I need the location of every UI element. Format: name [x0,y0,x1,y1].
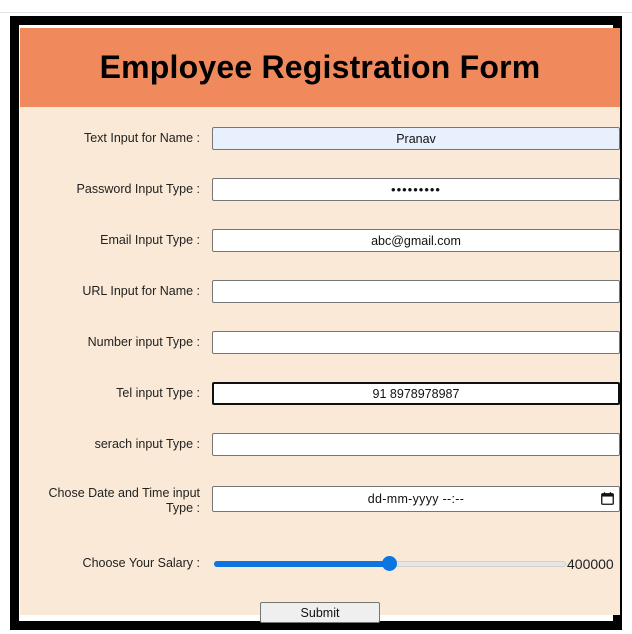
form-container: Employee Registration Form Text Input fo… [20,28,620,623]
search-input[interactable] [212,433,620,456]
form-frame: Employee Registration Form Text Input fo… [10,16,622,630]
tel-label: Tel input Type : [116,386,200,400]
name-label: Text Input for Name : [83,131,200,145]
email-input[interactable] [212,229,620,252]
page-title: Employee Registration Form [99,49,541,85]
number-input[interactable] [212,331,620,354]
password-input[interactable] [212,178,620,201]
name-input[interactable] [212,127,620,150]
number-label: Number input Type : [87,335,200,349]
datetime-placeholder: dd-mm-yyyy --:-- [367,492,465,506]
email-label: Email Input Type : [100,233,200,247]
salary-value: 400000 [567,556,614,572]
url-input[interactable] [212,280,620,303]
form-header: Employee Registration Form [20,28,620,107]
url-label: URL Input for Name : [82,284,200,298]
password-label: Password Input Type : [76,182,200,196]
submit-button[interactable]: Submit [260,602,380,623]
datetime-input[interactable]: dd-mm-yyyy --:-- [212,486,620,512]
tel-input[interactable] [212,382,620,405]
calendar-icon[interactable] [601,492,614,505]
slider-fill [214,561,390,567]
browser-top-strip [0,0,632,13]
datetime-label: Chose Date and Time input Type : [48,486,200,515]
salary-label: Choose Your Salary : [82,556,200,570]
salary-slider[interactable] [214,556,566,572]
slider-thumb[interactable] [382,556,397,571]
search-label: serach input Type : [94,437,200,451]
